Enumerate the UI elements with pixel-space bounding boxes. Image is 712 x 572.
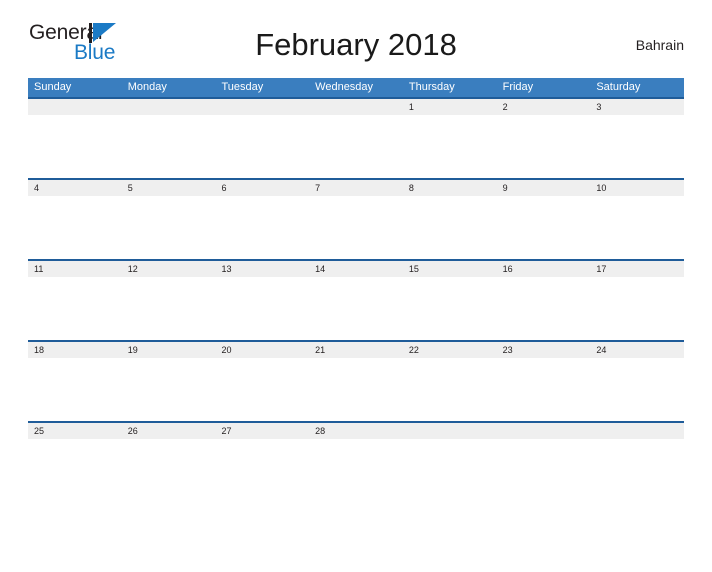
calendar-week-row: 25 26 27 28 (28, 421, 684, 502)
day-cell[interactable] (403, 423, 497, 439)
day-cell[interactable]: 12 (122, 261, 216, 277)
day-cell[interactable] (28, 99, 122, 115)
calendar-week-row: 11 12 13 14 15 16 17 (28, 259, 684, 340)
day-cell[interactable]: 27 (215, 423, 309, 439)
page-title: February 2018 (255, 27, 457, 62)
day-cell[interactable]: 20 (215, 342, 309, 358)
day-cell[interactable]: 9 (497, 180, 591, 196)
day-cell[interactable] (309, 99, 403, 115)
day-cell[interactable]: 26 (122, 423, 216, 439)
day-cell[interactable]: 17 (590, 261, 684, 277)
weekday-header-friday: Friday (502, 81, 534, 93)
day-cell[interactable]: 3 (590, 99, 684, 115)
weekday-header-thursday: Thursday (408, 81, 455, 93)
day-cell[interactable]: 13 (215, 261, 309, 277)
weekday-header-saturday: Saturday (596, 81, 641, 93)
weekday-header-sunday: Sunday (34, 81, 72, 93)
week-date-band: 18 19 20 21 22 23 24 (28, 342, 684, 358)
day-cell[interactable]: 22 (403, 342, 497, 358)
week-date-band: 4 5 6 7 8 9 10 (28, 180, 684, 196)
day-cell[interactable] (122, 99, 216, 115)
day-cell[interactable]: 10 (590, 180, 684, 196)
week-event-area[interactable] (28, 196, 684, 259)
week-event-area[interactable] (28, 439, 684, 502)
weekday-header-wednesday: Wednesday (315, 81, 374, 93)
week-date-band: 25 26 27 28 (28, 423, 684, 439)
day-cell[interactable]: 7 (309, 180, 403, 196)
day-cell[interactable]: 19 (122, 342, 216, 358)
day-cell[interactable]: 15 (403, 261, 497, 277)
calendar-week-row: 1 2 3 (28, 97, 684, 178)
week-event-area[interactable] (28, 358, 684, 421)
week-date-band: 11 12 13 14 15 16 17 (28, 261, 684, 277)
day-cell[interactable]: 4 (28, 180, 122, 196)
calendar-week-row: 18 19 20 21 22 23 24 (28, 340, 684, 421)
week-event-area[interactable] (28, 115, 684, 178)
weekday-header-tuesday: Tuesday (221, 81, 264, 93)
day-cell[interactable]: 25 (28, 423, 122, 439)
day-cell[interactable]: 18 (28, 342, 122, 358)
weekday-header-row: Sunday Monday Tuesday Wednesday Thursday… (28, 78, 684, 97)
day-cell[interactable]: 1 (403, 99, 497, 115)
day-cell[interactable] (497, 423, 591, 439)
week-event-area[interactable] (28, 277, 684, 340)
day-cell[interactable]: 5 (122, 180, 216, 196)
day-cell[interactable]: 24 (590, 342, 684, 358)
weekday-header-monday: Monday (127, 81, 167, 93)
day-cell[interactable]: 28 (309, 423, 403, 439)
day-cell[interactable]: 14 (309, 261, 403, 277)
day-cell[interactable]: 23 (497, 342, 591, 358)
country-label: Bahrain (635, 37, 684, 53)
day-cell[interactable]: 6 (215, 180, 309, 196)
week-date-band: 1 2 3 (28, 99, 684, 115)
day-cell[interactable]: 11 (28, 261, 122, 277)
day-cell[interactable]: 2 (497, 99, 591, 115)
day-cell[interactable]: 16 (497, 261, 591, 277)
day-cell[interactable] (590, 423, 684, 439)
month-calendar-grid: Sunday Monday Tuesday Wednesday Thursday… (28, 78, 684, 502)
calendar-page: General Blue February 2018 Bahrain Sunda… (0, 22, 712, 572)
page-header: General Blue February 2018 Bahrain (28, 22, 684, 74)
day-cell[interactable]: 8 (403, 180, 497, 196)
day-cell[interactable] (215, 99, 309, 115)
calendar-week-row: 4 5 6 7 8 9 10 (28, 178, 684, 259)
day-cell[interactable]: 21 (309, 342, 403, 358)
